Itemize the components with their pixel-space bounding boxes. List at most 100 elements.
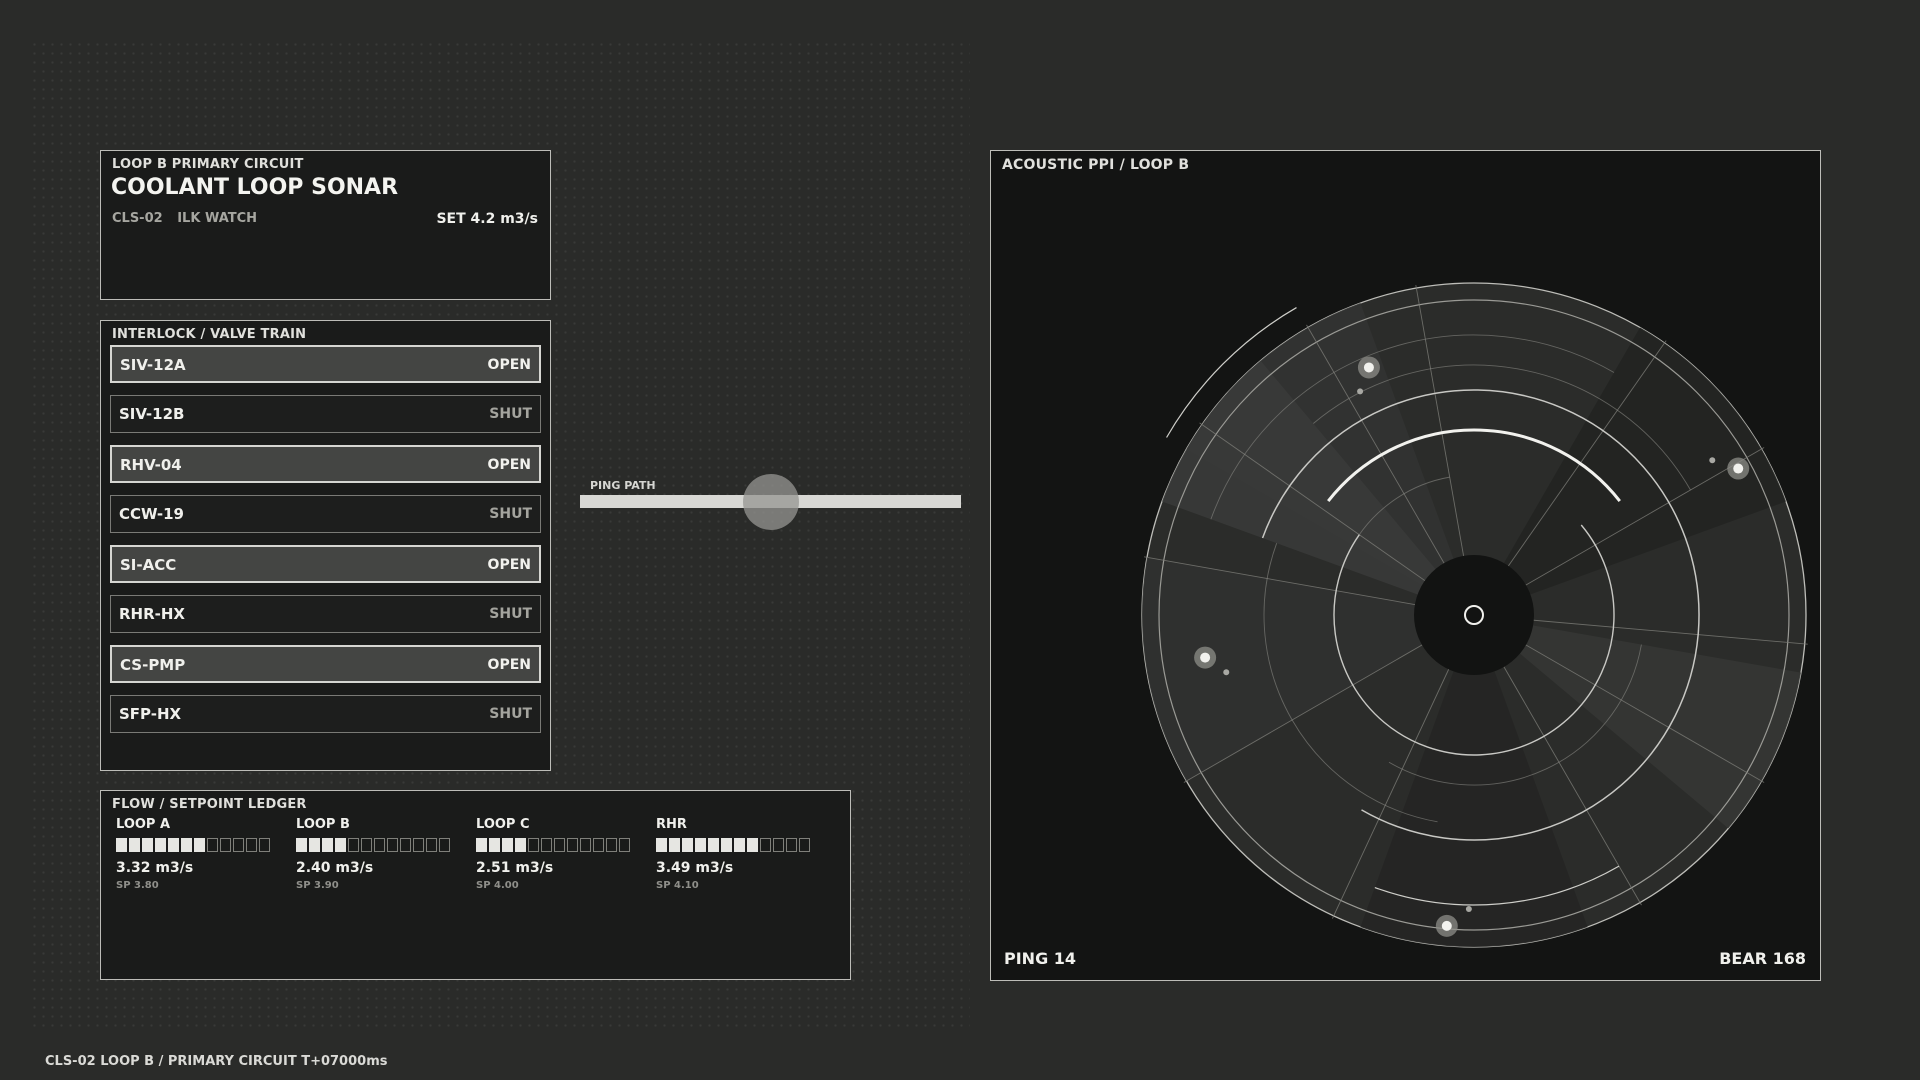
- valve-state: SHUT: [489, 606, 532, 622]
- valve-state: SHUT: [489, 406, 532, 422]
- flow-bar-segment: [168, 838, 179, 852]
- flow-bar-segment: [194, 838, 205, 852]
- flow-bar-segment: [747, 838, 758, 852]
- valve-name: SIV-12B: [119, 405, 185, 423]
- ppi-contact-trail: [1223, 669, 1230, 676]
- valve-name: CCW-19: [119, 505, 184, 523]
- flow-bar-segment: [374, 838, 385, 852]
- flow-bar-segment: [439, 838, 450, 852]
- flow-setpoint-value: SP 3.90: [296, 880, 339, 891]
- flow-bar-segment: [400, 838, 411, 852]
- flow-bar: [116, 838, 286, 854]
- flow-bar-segment: [426, 838, 437, 852]
- ppi-contact-trail: [1709, 457, 1716, 464]
- ppi-contact: [1733, 463, 1744, 474]
- watch-mode: ILK WATCH: [177, 211, 258, 226]
- valve-row-ccw-19[interactable]: CCW-19 SHUT: [110, 495, 541, 533]
- flow-bar-segment: [760, 838, 771, 852]
- flow-setpoint-value: SP 4.00: [476, 880, 519, 891]
- flow-column-loop-b: LOOP B 2.40 m3/s SP 3.90: [296, 817, 466, 891]
- flow-bar-segment: [695, 838, 706, 852]
- flow-bar-segment: [296, 838, 307, 852]
- flow-value: 2.51 m3/s: [476, 860, 554, 876]
- interlock-panel: INTERLOCK / VALVE TRAIN SIV-12A OPEN SIV-1…: [100, 320, 551, 771]
- flow-bar-segment: [773, 838, 784, 852]
- ppi-hub: [1414, 555, 1534, 675]
- valve-name: SIV-12A: [120, 356, 186, 374]
- flow-bar-segment: [361, 838, 372, 852]
- ping-path-thumb[interactable]: [742, 474, 799, 530]
- ppi-contact: [1200, 652, 1211, 663]
- flow-setpoint-value: SP 3.80: [116, 880, 159, 891]
- valve-row-sfp-hx[interactable]: SFP-HX SHUT: [110, 695, 541, 733]
- header-kicker: LOOP B PRIMARY CIRCUIT: [112, 157, 304, 172]
- flow-bar-segment: [116, 838, 127, 852]
- valve-state: OPEN: [487, 557, 531, 573]
- flow-value: 2.40 m3/s: [296, 860, 374, 876]
- flow-bar-segment: [541, 838, 552, 852]
- valve-state: SHUT: [489, 506, 532, 522]
- flow-bar-segment: [515, 838, 526, 852]
- valve-state: SHUT: [489, 706, 532, 722]
- flow-bar-segment: [580, 838, 591, 852]
- flow-value: 3.32 m3/s: [116, 860, 194, 876]
- interlock-title: INTERLOCK / VALVE TRAIN: [112, 327, 307, 342]
- flow-setpoint: SET 4.2 m3/s: [436, 211, 538, 227]
- valve-name: RHV-04: [120, 456, 182, 474]
- valve-row-si-acc[interactable]: SI-ACC OPEN: [110, 545, 541, 583]
- flow-bar-segment: [669, 838, 680, 852]
- valve-name: CS-PMP: [120, 656, 186, 674]
- flow-bar-segment: [309, 838, 320, 852]
- loop-name: LOOP C: [476, 817, 530, 832]
- header-panel: LOOP B PRIMARY CIRCUIT COOLANT LOOP SONA…: [100, 150, 551, 300]
- flow-bar-segment: [476, 838, 487, 852]
- flow-bar-segment: [142, 838, 153, 852]
- flow-bar-segment: [528, 838, 539, 852]
- flow-bar-segment: [606, 838, 617, 852]
- flow-bar-segment: [593, 838, 604, 852]
- flow-bar-segment: [220, 838, 231, 852]
- flow-column-rhr: RHR 3.49 m3/s SP 4.10: [656, 817, 826, 891]
- flow-bar-segment: [502, 838, 513, 852]
- flow-bar-segment: [708, 838, 719, 852]
- flow-bar-segment: [554, 838, 565, 852]
- valve-row-cs-pmp[interactable]: CS-PMP OPEN: [110, 645, 541, 683]
- valve-name: RHR-HX: [119, 605, 185, 623]
- loop-name: LOOP B: [296, 817, 350, 832]
- flow-bar-segment: [233, 838, 244, 852]
- flow-column-loop-c: LOOP C 2.51 m3/s SP 4.00: [476, 817, 646, 891]
- flow-bar-segment: [721, 838, 732, 852]
- loop-name: LOOP A: [116, 817, 171, 832]
- flow-column-loop-a: LOOP A 3.32 m3/s SP 3.80: [116, 817, 286, 891]
- valve-row-rhv-04[interactable]: RHV-04 OPEN: [110, 445, 541, 483]
- flow-bar-segment: [259, 838, 270, 852]
- ppi-title: ACOUSTIC PPI / LOOP B: [1002, 157, 1190, 173]
- footer-status: CLS-02 LOOP B / PRIMARY CIRCUIT T+07000m…: [45, 1054, 388, 1069]
- valve-row-rhr-hx[interactable]: RHR-HX SHUT: [110, 595, 541, 633]
- valve-state: OPEN: [487, 357, 531, 373]
- valve-row-siv-12a[interactable]: SIV-12A OPEN: [110, 345, 541, 383]
- ppi-contact-trail: [1465, 906, 1472, 913]
- flow-bar-segment: [489, 838, 500, 852]
- flow-bar: [656, 838, 826, 854]
- flow-bar-segment: [413, 838, 424, 852]
- flow-bar: [476, 838, 646, 854]
- ping-path-label: PING PATH: [590, 479, 656, 492]
- ppi-scope: [1141, 282, 1808, 948]
- flow-bar-segment: [682, 838, 693, 852]
- flow-bar-segment: [567, 838, 578, 852]
- flow-setpoint-value: SP 4.10: [656, 880, 699, 891]
- flow-bar-segment: [656, 838, 667, 852]
- flow-ledger-title: FLOW / SETPOINT LEDGER: [112, 797, 307, 812]
- flow-bar-segment: [246, 838, 257, 852]
- ppi-contact: [1363, 362, 1374, 373]
- flow-bar-segment: [786, 838, 797, 852]
- flow-bar-segment: [619, 838, 630, 852]
- flow-bar-segment: [799, 838, 810, 852]
- flow-value: 3.49 m3/s: [656, 860, 734, 876]
- valve-state: OPEN: [487, 657, 531, 673]
- page-title: COOLANT LOOP SONAR: [111, 175, 399, 200]
- valve-row-siv-12b[interactable]: SIV-12B SHUT: [110, 395, 541, 433]
- flow-bar-segment: [155, 838, 166, 852]
- flow-bar-segment: [335, 838, 346, 852]
